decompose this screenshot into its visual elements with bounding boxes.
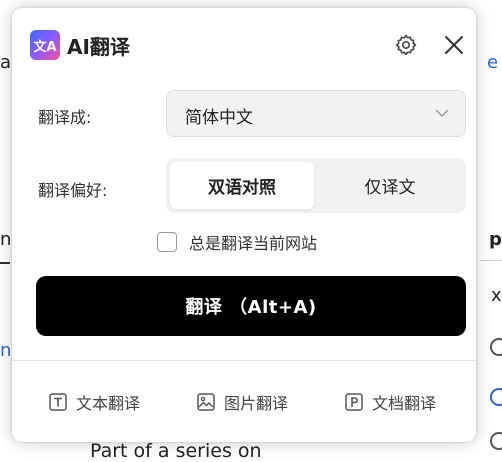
popup-header: 文A AI翻译 — [12, 8, 476, 80]
close-icon[interactable] — [442, 33, 466, 57]
translate-to-label: 翻译成: — [38, 108, 92, 127]
option-bilingual[interactable]: 双语对照 — [170, 162, 314, 209]
background-text-p: p — [489, 229, 502, 250]
background-underline — [0, 262, 10, 264]
popup-footer: 文本翻译 图片翻译 文档翻译 — [12, 390, 476, 420]
background-text-e: e — [487, 52, 499, 73]
background-divider — [480, 260, 502, 261]
footer-divider — [12, 360, 476, 361]
popup-title: AI翻译 — [67, 35, 130, 59]
text-translate-button[interactable]: 文本翻译 — [48, 390, 140, 414]
background-radio[interactable] — [490, 432, 502, 450]
text-icon — [49, 393, 67, 411]
background-radio[interactable] — [490, 388, 502, 406]
text-translate-label: 文本翻译 — [76, 394, 141, 413]
target-language-select[interactable]: 简体中文 — [166, 90, 466, 137]
document-translate-label: 文档翻译 — [372, 394, 437, 413]
gear-icon[interactable] — [394, 33, 418, 57]
always-translate-row[interactable]: 总是翻译当前网站 — [157, 230, 317, 254]
ai-translate-popup: 文A AI翻译 翻译成: 简体中文 翻译偏好: 双语对照 仅译文 总是翻译当前网… — [12, 8, 476, 442]
document-translate-button[interactable]: 文档翻译 — [344, 390, 436, 414]
background-radio[interactable] — [490, 338, 502, 356]
background-text-a: a — [0, 52, 12, 73]
target-language-value: 简体中文 — [185, 108, 253, 128]
always-translate-checkbox[interactable] — [157, 232, 177, 252]
preference-label: 翻译偏好: — [38, 181, 108, 200]
translate-button[interactable]: 翻译 （Alt+A) — [36, 276, 466, 336]
translate-logo-icon: 文A — [30, 30, 60, 60]
background-text-x: x — [491, 285, 502, 306]
chevron-down-icon — [435, 109, 449, 118]
preference-segmented-control: 双语对照 仅译文 — [166, 158, 466, 213]
image-translate-button[interactable]: 图片翻译 — [196, 390, 288, 414]
option-translation-only[interactable]: 仅译文 — [318, 162, 462, 209]
image-icon — [197, 393, 215, 411]
image-translate-label: 图片翻译 — [224, 394, 289, 413]
always-translate-label: 总是翻译当前网站 — [189, 234, 318, 253]
document-icon — [345, 393, 363, 411]
background-footer-text: Part of a series on — [90, 440, 262, 462]
